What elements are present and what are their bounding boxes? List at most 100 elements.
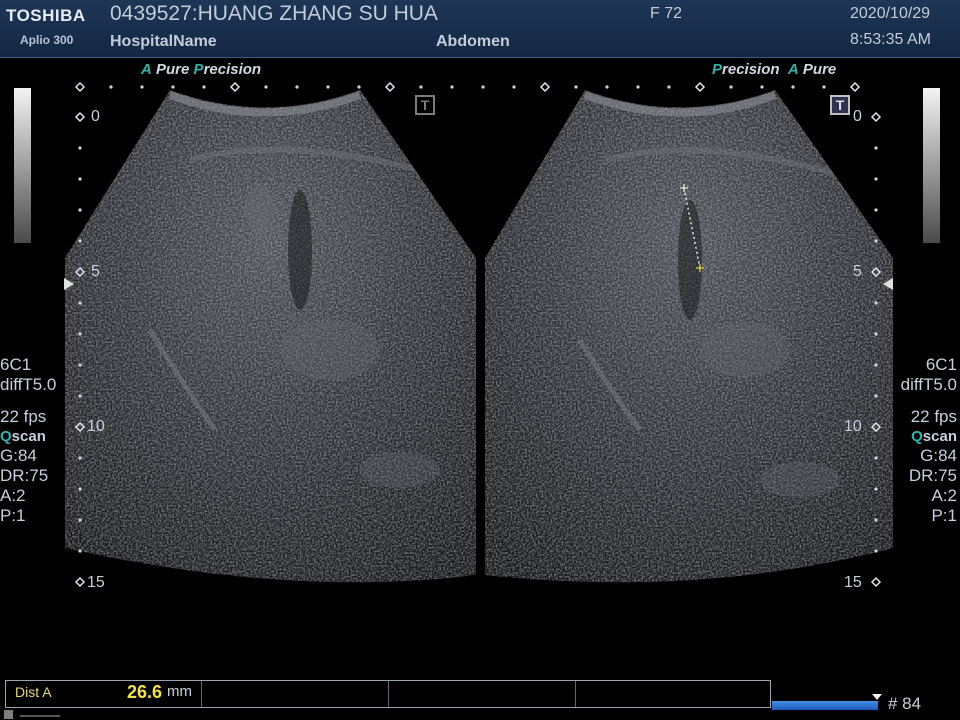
scale-dot [202,85,206,89]
scale-dot [874,301,878,305]
scale-dot [874,394,878,398]
scale-dot [574,85,578,89]
right-depth-label-15: 15 [844,574,862,591]
right-focus-marker-icon[interactable] [883,278,893,290]
scale-dot [760,85,764,89]
gain-value: G:84 [0,446,37,465]
imaging-mode: diffT5.0 [0,375,57,394]
left-focus-marker-icon[interactable] [64,278,74,290]
scale-diamond [870,111,882,123]
right-sector-image [485,90,893,583]
frame-rate: 22 fps [910,407,957,426]
ultrasound-images [65,81,893,588]
scale-dot [874,208,878,212]
scale-dot [450,85,454,89]
right-depth-label-5: 5 [853,263,862,280]
p-value: P:1 [0,506,26,525]
scale-diamond [870,576,882,588]
scale-dot [419,85,423,89]
scale-diamond [74,576,86,588]
scale-dot [78,146,82,150]
measurement-unit: mm [167,683,192,700]
scale-dot [357,85,361,89]
scale-dot [78,518,82,522]
measurement-label: Dist A [15,684,52,700]
a-value: A:2 [931,486,957,505]
scale-diamond [539,81,551,93]
ultrasound-screen: { "header": { "brand": "TOSHIBA", "model… [0,0,960,720]
p-value: P:1 [931,506,957,525]
cine-frame-number: # 84 [888,694,922,713]
left-depth-label-15: 15 [87,574,105,591]
scale-diamond [849,81,861,93]
scale-dot [326,85,330,89]
scale-dot [874,363,878,367]
left-parameter-panel: 6C1 diffT5.0 22 fps Qscan G:84 DR:75 A:2… [0,355,56,526]
frame-rate: 22 fps [0,407,47,426]
scale-dot [78,332,82,336]
scale-dot [729,85,733,89]
scale-dot [874,146,878,150]
scale-dot [874,549,878,553]
measurement-cell-empty [576,681,770,707]
dynamic-range-value: DR:75 [908,466,957,485]
scale-dot [667,85,671,89]
qscan-label: Qscan [0,428,46,445]
obscured-status-icon [4,706,64,720]
scale-dot [78,177,82,181]
scale-dot [874,332,878,336]
scale-dot [481,85,485,89]
scale-dot [874,177,878,181]
scale-dot [78,456,82,460]
scale-dot [295,85,299,89]
right-depth-label-0: 0 [853,108,862,125]
scale-dot [874,487,878,491]
scale-dot [109,85,113,89]
left-depth-label-10: 10 [87,418,105,435]
right-parameter-panel: 6C1 diffT5.0 22 fps Qscan G:84 DR:75 A:2… [901,355,957,526]
scale-dot [636,85,640,89]
scale-dot [791,85,795,89]
measurement-cell-empty [202,681,389,707]
scale-dot [140,85,144,89]
scale-dot [78,363,82,367]
left-image-select-icon[interactable]: T [415,95,435,115]
scale-dot [874,456,878,460]
scale-dot [512,85,516,89]
scale-dot [78,549,82,553]
left-sector-image [65,90,476,583]
scale-diamond [229,81,241,93]
scale-dot [605,85,609,89]
scale-dot [874,518,878,522]
probe-name: 6C1 [0,355,32,374]
scale-diamond [74,111,86,123]
scale-dot [78,487,82,491]
scale-diamond [694,81,706,93]
cine-position-marker-icon[interactable] [872,694,882,700]
left-depth-label-0: 0 [91,108,100,125]
measurement-result-table: Dist A 26.6 mm [5,680,771,708]
scale-dot [874,239,878,243]
scale-diamond [384,81,396,93]
dynamic-range-value: DR:75 [0,466,49,485]
measurement-value: 26.6 [127,682,163,702]
imaging-mode: diffT5.0 [900,375,957,394]
scale-dot [171,85,175,89]
scale-dot [822,85,826,89]
scale-dot [264,85,268,89]
scale-dot [78,239,82,243]
scale-dot [78,394,82,398]
cine-progress-bar[interactable] [772,701,878,710]
scale-dot [78,208,82,212]
probe-name: 6C1 [925,355,957,374]
qscan-label: Qscan [911,428,957,445]
measurement-cell-empty [389,681,576,707]
measurement-cell-dist-a[interactable]: Dist A 26.6 mm [6,681,202,707]
right-image-select-icon[interactable]: T [830,95,850,115]
scale-diamond [74,81,86,93]
gain-value: G:84 [920,446,957,465]
left-depth-label-5: 5 [91,263,100,280]
right-depth-label-10: 10 [844,418,862,435]
scale-dot [78,301,82,305]
a-value: A:2 [0,486,26,505]
